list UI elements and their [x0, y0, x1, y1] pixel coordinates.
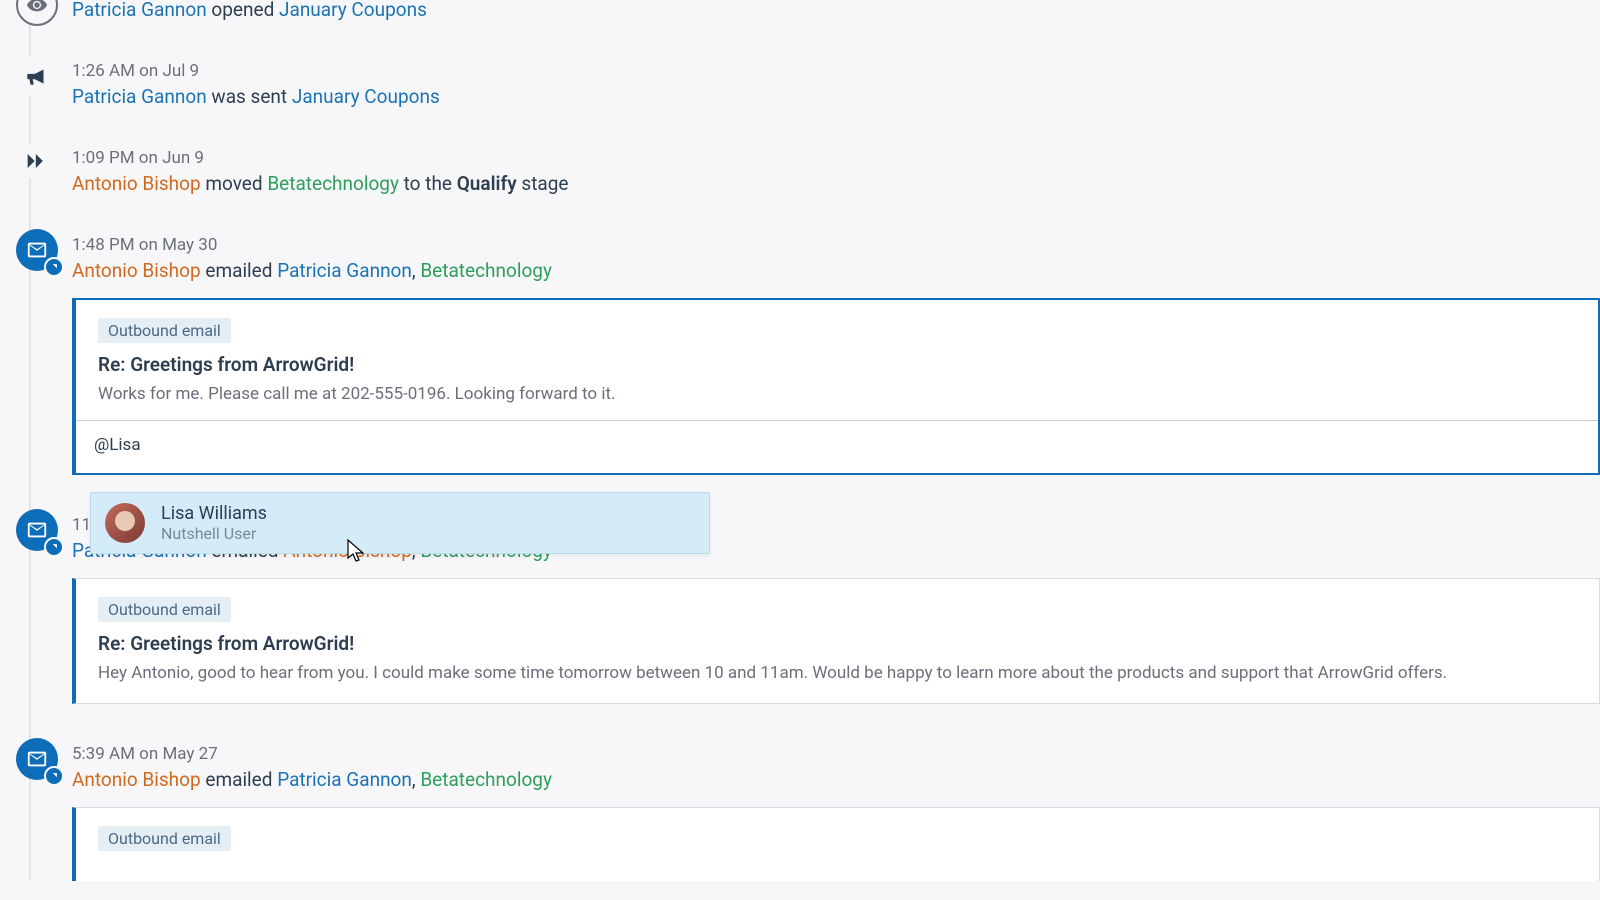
activity-timeline: Patricia Gannon opened January Coupons 1…	[0, 0, 1600, 881]
mention-name: Lisa Williams	[161, 503, 267, 524]
activity-line: Patricia Gannon opened January Coupons	[72, 0, 1600, 21]
email-direction-badge: Outbound email	[98, 597, 231, 622]
email-direction-badge: Outbound email	[98, 318, 231, 343]
timestamp: 1:48 PM on May 30	[72, 235, 1600, 255]
email-subject: Re: Greetings from ArrowGrid!	[98, 353, 1576, 376]
email-body: Hey Antonio, good to hear from you. I co…	[98, 663, 1577, 683]
eye-icon	[16, 0, 58, 26]
timestamp: 1:26 AM on Jul 9	[72, 61, 1600, 81]
mention-role: Nutshell User	[161, 524, 267, 543]
megaphone-icon	[16, 55, 58, 97]
email-card[interactable]: Outbound email	[72, 807, 1600, 881]
user-link[interactable]: Antonio Bishop	[72, 172, 201, 195]
activity-line: Patricia Gannon was sent January Coupons	[72, 85, 1600, 108]
mail-icon	[16, 738, 58, 780]
timeline-entry: 1:48 PM on May 30 Antonio Bishop emailed…	[8, 235, 1600, 475]
activity-line: Antonio Bishop emailed Patricia Gannon, …	[72, 259, 1600, 282]
email-card[interactable]: Outbound email Re: Greetings from ArrowG…	[72, 578, 1600, 704]
campaign-link[interactable]: January Coupons	[292, 85, 440, 108]
timeline-entry: 5:39 AM on May 27 Antonio Bishop emailed…	[8, 744, 1600, 881]
outbound-arrow-icon	[44, 766, 64, 786]
outbound-arrow-icon	[44, 537, 64, 557]
activity-line: Antonio Bishop moved Betatechnology to t…	[72, 172, 1600, 195]
timestamp: 1:09 PM on Jun 9	[72, 148, 1600, 168]
lead-link[interactable]: Betatechnology	[420, 768, 552, 791]
email-card[interactable]: Outbound email Re: Greetings from ArrowG…	[72, 298, 1600, 475]
activity-line: Antonio Bishop emailed Patricia Gannon, …	[72, 768, 1600, 791]
timeline-entry: 1:09 PM on Jun 9 Antonio Bishop moved Be…	[8, 148, 1600, 195]
person-link[interactable]: Patricia Gannon	[277, 259, 412, 282]
person-link[interactable]: Patricia Gannon	[277, 768, 412, 791]
lead-link[interactable]: Betatechnology	[267, 172, 399, 195]
campaign-link[interactable]: January Coupons	[279, 0, 427, 21]
timeline-entry: 1:26 AM on Jul 9 Patricia Gannon was sen…	[8, 61, 1600, 108]
avatar	[105, 503, 145, 543]
stage-name: Qualify	[457, 172, 517, 195]
user-link[interactable]: Antonio Bishop	[72, 259, 201, 282]
mention-suggestion[interactable]: Lisa Williams Nutshell User	[90, 492, 710, 554]
stage-move-icon	[20, 144, 54, 178]
email-body: Works for me. Please call me at 202-555-…	[98, 384, 1576, 404]
comment-input[interactable]: @Lisa	[76, 420, 1598, 473]
person-link[interactable]: Patricia Gannon	[72, 0, 207, 21]
mail-icon	[16, 509, 58, 551]
user-link[interactable]: Antonio Bishop	[72, 768, 201, 791]
email-direction-badge: Outbound email	[98, 826, 231, 851]
person-link[interactable]: Patricia Gannon	[72, 85, 207, 108]
timeline-entry: Patricia Gannon opened January Coupons	[8, 0, 1600, 21]
lead-link[interactable]: Betatechnology	[420, 259, 552, 282]
outbound-arrow-icon	[44, 257, 64, 277]
mail-icon	[16, 229, 58, 271]
timestamp: 5:39 AM on May 27	[72, 744, 1600, 764]
email-subject: Re: Greetings from ArrowGrid!	[98, 632, 1577, 655]
